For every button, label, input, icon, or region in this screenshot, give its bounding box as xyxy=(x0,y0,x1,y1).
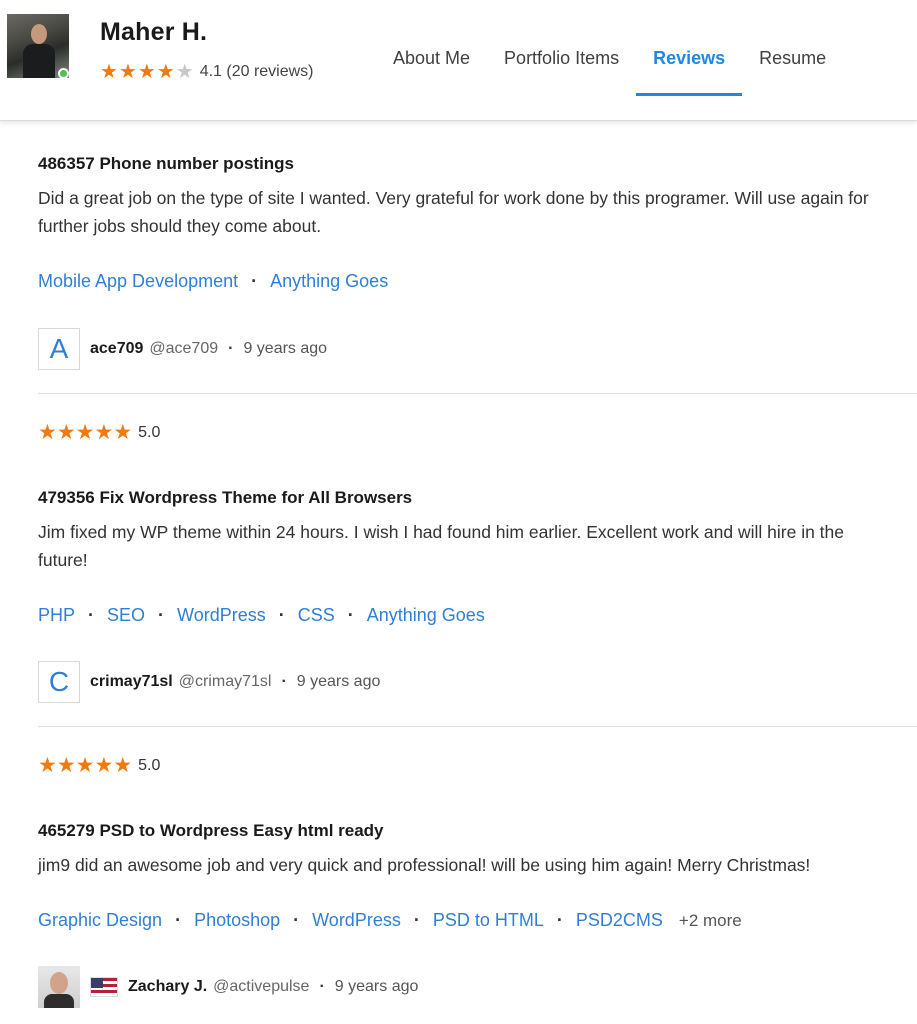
review-tags: Graphic Design · Photoshop · WordPress ·… xyxy=(38,910,742,931)
tag-link[interactable]: SEO xyxy=(107,605,145,626)
review-age: 9 years ago xyxy=(296,673,381,690)
avatar-head xyxy=(31,24,47,44)
profile-rating-text: 4.1 (20 reviews) xyxy=(199,63,314,80)
us-flag-icon xyxy=(90,977,118,997)
star-icon: ★ xyxy=(94,754,114,777)
profile-name: Maher H. xyxy=(100,18,208,46)
reviewer-username[interactable]: ace709 xyxy=(90,340,143,358)
more-tags-link[interactable]: +2 more xyxy=(679,911,742,931)
star-icon: ★ xyxy=(94,421,114,444)
tag-link[interactable]: WordPress xyxy=(177,605,266,626)
reviewer-avatar[interactable]: C xyxy=(38,661,80,703)
flag-canton xyxy=(91,978,103,988)
review-score: 5.0 xyxy=(138,424,161,441)
review-divider xyxy=(38,726,917,727)
review-score: 5.0 xyxy=(138,757,161,774)
tag-link[interactable]: WordPress xyxy=(312,910,401,931)
review-rating: ★ ★ ★ ★ ★ 5.0 xyxy=(38,421,161,444)
tag-separator: · xyxy=(175,910,182,930)
reviewer-handle: @ace709 xyxy=(149,340,219,357)
star-icon: ★ xyxy=(137,61,156,83)
avatar-head xyxy=(50,972,68,994)
reviewer-username[interactable]: Zachary J. xyxy=(128,978,207,996)
tag-link[interactable]: Anything Goes xyxy=(367,605,485,626)
tag-link[interactable]: CSS xyxy=(298,605,335,626)
star-empty-icon: ★ xyxy=(175,61,194,83)
review-body: Did a great job on the type of site I wa… xyxy=(38,188,869,236)
reviewer-avatar[interactable] xyxy=(38,966,80,1008)
review-age: 9 years ago xyxy=(334,978,419,995)
profile-header: Maher H. ★ ★ ★ ★ ★ 4.1 (20 reviews) Abou… xyxy=(0,0,917,121)
review-title: 486357 Phone number postings xyxy=(38,154,295,173)
meta-separator: · xyxy=(228,340,234,357)
star-icon: ★ xyxy=(38,754,57,777)
review-title: 479356 Fix Wordpress Theme for All Brows… xyxy=(38,488,413,507)
tag-separator: · xyxy=(293,910,300,930)
review-rating: ★ ★ ★ ★ ★ 5.0 xyxy=(38,754,161,777)
avatar-body xyxy=(23,44,55,78)
profile-rating: ★ ★ ★ ★ ★ 4.1 (20 reviews) xyxy=(100,61,314,83)
star-icon: ★ xyxy=(75,421,95,444)
star-icon: ★ xyxy=(113,754,133,777)
tag-link[interactable]: PHP xyxy=(38,605,75,626)
tab-about-me[interactable]: About Me xyxy=(376,46,487,96)
star-icon: ★ xyxy=(100,61,118,83)
tab-portfolio-items[interactable]: Portfolio Items xyxy=(487,46,636,96)
reviewer-avatar[interactable]: A xyxy=(38,328,80,370)
review-card: 486357 Phone number postings Did a great… xyxy=(0,121,917,393)
profile-tabs: About Me Portfolio Items Reviews Resume xyxy=(376,46,843,96)
reviewer-info: A ace709 @ace709 · 9 years ago xyxy=(38,328,327,370)
online-status-icon xyxy=(58,68,69,79)
reviewer-handle: @activepulse xyxy=(213,978,310,995)
tag-separator: · xyxy=(278,605,285,625)
review-divider xyxy=(38,393,917,394)
star-icon: ★ xyxy=(56,421,76,444)
tag-link[interactable]: PSD2CMS xyxy=(576,910,663,931)
tag-link[interactable]: Anything Goes xyxy=(270,271,388,292)
meta-separator: · xyxy=(281,673,287,690)
tag-link[interactable]: PSD to HTML xyxy=(433,910,544,931)
tag-link[interactable]: Photoshop xyxy=(194,910,280,931)
reviewer-info: C crimay71sl @crimay71sl · 9 years ago xyxy=(38,661,380,703)
star-icon: ★ xyxy=(156,61,175,83)
profile-rating-stars: ★ ★ ★ ★ ★ xyxy=(100,62,194,82)
tab-resume[interactable]: Resume xyxy=(742,46,843,96)
tag-separator: · xyxy=(413,910,420,930)
reviewer-username[interactable]: crimay71sl xyxy=(90,673,173,691)
star-icon: ★ xyxy=(113,421,133,444)
tag-link[interactable]: Mobile App Development xyxy=(38,271,238,292)
meta-separator: · xyxy=(319,978,325,995)
tag-separator: · xyxy=(251,271,258,291)
review-card: ★ ★ ★ ★ ★ 5.0 465279 PSD to Wordpress Ea… xyxy=(0,726,917,1024)
tag-separator: · xyxy=(556,910,563,930)
star-icon: ★ xyxy=(118,61,137,83)
review-age: 9 years ago xyxy=(243,340,328,357)
review-body: Jim fixed my WP theme within 24 hours. I… xyxy=(38,522,844,570)
reviewer-info: Zachary J. @activepulse · 9 years ago xyxy=(38,966,418,1008)
tab-reviews[interactable]: Reviews xyxy=(636,46,743,96)
tag-separator: · xyxy=(88,605,95,625)
review-title: 465279 PSD to Wordpress Easy html ready xyxy=(38,821,384,840)
review-body: jim9 did an awesome job and very quick a… xyxy=(38,855,811,875)
review-tags: Mobile App Development · Anything Goes xyxy=(38,271,388,292)
star-icon: ★ xyxy=(75,754,95,777)
tag-separator: · xyxy=(158,605,165,625)
star-icon: ★ xyxy=(56,754,76,777)
avatar-body xyxy=(44,994,74,1008)
tag-separator: · xyxy=(347,605,354,625)
reviewer-handle: @crimay71sl xyxy=(178,673,272,690)
review-card: ★ ★ ★ ★ ★ 5.0 479356 Fix Wordpress Theme… xyxy=(0,393,917,726)
review-tags: PHP · SEO · WordPress · CSS · Anything G… xyxy=(38,605,485,626)
star-icon: ★ xyxy=(38,421,57,444)
tag-link[interactable]: Graphic Design xyxy=(38,910,162,931)
